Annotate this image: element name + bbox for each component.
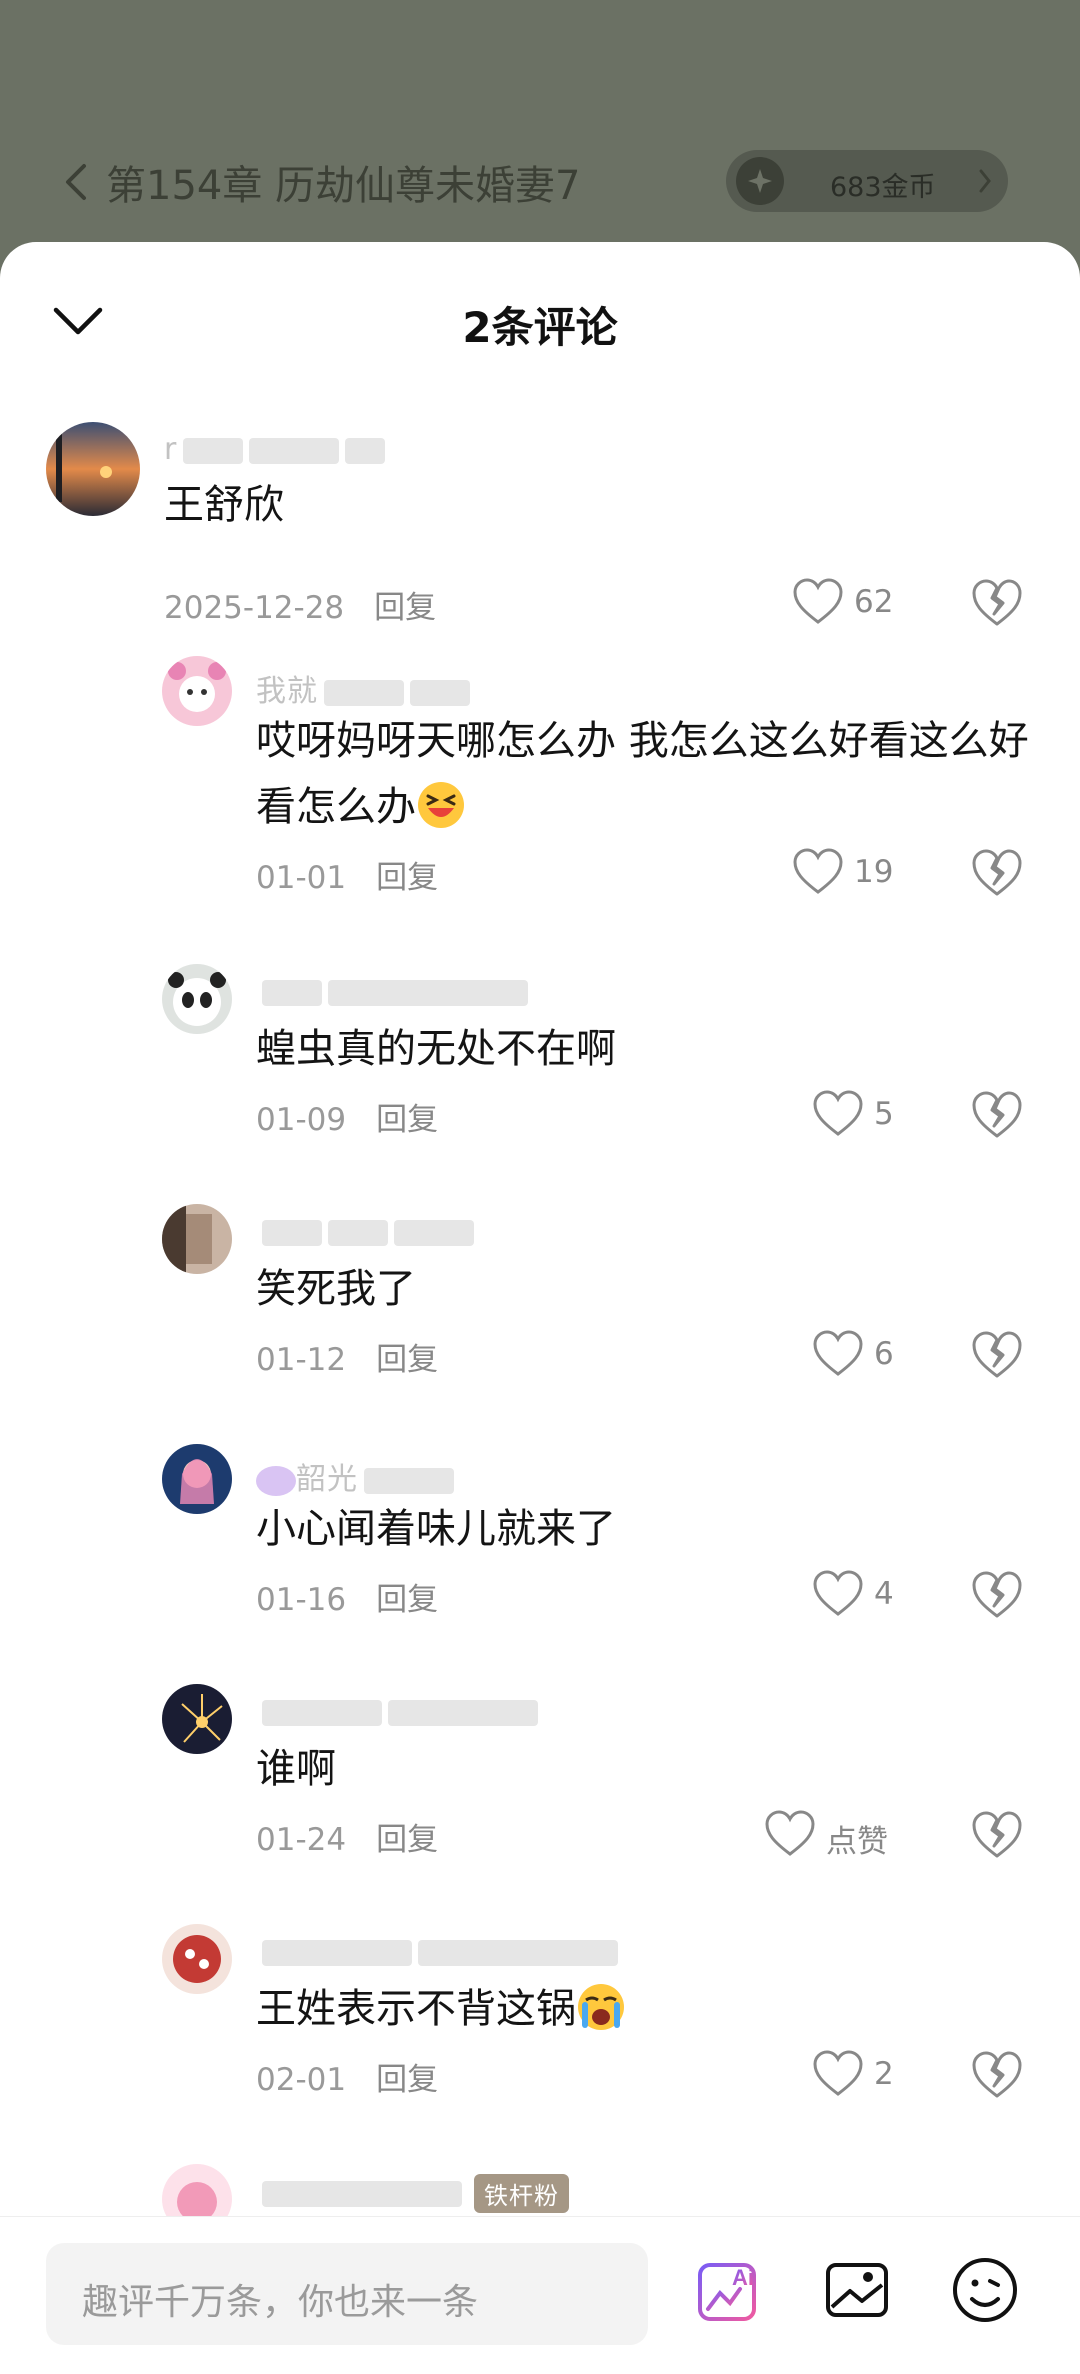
comment-date: 01-24: [256, 1822, 347, 1858]
username[interactable]: 我就: [256, 666, 470, 710]
username[interactable]: [256, 974, 528, 1009]
reply-button[interactable]: 回复: [376, 1582, 438, 1618]
reply-button[interactable]: 回复: [376, 860, 438, 896]
chapter-title[interactable]: 第154章 历劫仙尊未婚妻7: [106, 153, 581, 211]
like-count: 4: [874, 1576, 894, 1612]
like-count: 点赞: [826, 1824, 888, 1860]
username[interactable]: 铁杆粉: [256, 2174, 569, 2213]
comment-meta: 01-09 回复: [256, 1094, 438, 1139]
chevron-right-icon: [979, 169, 991, 193]
comment-date: 2025-12-28: [164, 590, 345, 626]
crying-face-icon: [578, 1984, 624, 2030]
back-chevron-icon[interactable]: [58, 160, 94, 204]
username[interactable]: [256, 1694, 538, 1729]
comment-date: 01-01: [256, 860, 347, 896]
reply-button[interactable]: 回复: [376, 1102, 438, 1138]
comment-date: 01-16: [256, 1582, 347, 1618]
username[interactable]: 韶光: [256, 1454, 454, 1498]
avatar[interactable]: [162, 656, 232, 726]
username[interactable]: r: [164, 432, 386, 467]
like-count: 6: [874, 1336, 894, 1372]
like-count: 2: [874, 2056, 894, 2092]
like-button[interactable]: 4: [812, 1570, 932, 1620]
comment-date: 02-01: [256, 2062, 347, 2098]
reader-header: 第154章 历劫仙尊未婚妻7 683金币: [0, 0, 1080, 242]
broken-heart-icon[interactable]: [970, 1570, 1024, 1620]
reply-button[interactable]: 回复: [376, 2062, 438, 2098]
coin-balance-button[interactable]: 683金币: [726, 150, 1008, 212]
like-button[interactable]: 5: [812, 1090, 932, 1140]
comment-text: 哎呀妈呀天哪怎么办 我怎么这么好看这么好看怎么办: [256, 718, 1029, 830]
heart-icon: [793, 578, 843, 624]
heart-icon: [765, 1810, 815, 1856]
broken-heart-icon[interactable]: [970, 1810, 1024, 1860]
comment-text: 笑死我了: [256, 1266, 416, 1312]
reply-button[interactable]: 回复: [376, 1822, 438, 1858]
comment-input[interactable]: 趣评千万条，你也来一条: [46, 2243, 648, 2345]
reply-button[interactable]: 回复: [374, 590, 436, 626]
sheet-title: 2条评论: [462, 303, 618, 352]
broken-heart-icon[interactable]: [970, 578, 1024, 628]
comment-meta: 01-24 回复: [256, 1814, 438, 1859]
reply-button[interactable]: 回复: [376, 1342, 438, 1378]
broken-heart-icon[interactable]: [970, 1330, 1024, 1380]
comment-meta: 01-12 回复: [256, 1334, 438, 1379]
like-count: 62: [854, 584, 894, 620]
heart-icon: [813, 1330, 863, 1376]
svg-text:Ai: Ai: [732, 2265, 754, 2290]
broken-heart-icon[interactable]: [970, 2050, 1024, 2100]
avatar[interactable]: [162, 1684, 232, 1754]
comment-meta: 01-01 回复: [256, 852, 438, 897]
like-button[interactable]: 6: [812, 1330, 932, 1380]
emoji-icon[interactable]: [950, 2255, 1020, 2325]
username[interactable]: [256, 1934, 618, 1969]
broken-heart-icon[interactable]: [970, 1090, 1024, 1140]
like-button[interactable]: 2: [812, 2050, 932, 2100]
avatar[interactable]: [162, 1444, 232, 1514]
comments-sheet: 2条评论 r 王舒欣 2025-12-28 回复 62 我就 哎呀妈呀天哪怎么办…: [0, 242, 1080, 2373]
comment-date: 01-09: [256, 1102, 347, 1138]
comment-text: 蝗虫真的无处不在啊: [256, 1026, 616, 1072]
username[interactable]: [256, 1214, 474, 1249]
coin-icon: [736, 157, 784, 205]
fan-badge: 铁杆粉: [474, 2174, 569, 2213]
like-button[interactable]: 点赞: [764, 1810, 934, 1860]
heart-icon: [813, 1090, 863, 1136]
image-icon[interactable]: [822, 2255, 892, 2325]
avatar[interactable]: [162, 1204, 232, 1274]
comment-input-placeholder: 趣评千万条，你也来一条: [82, 2282, 479, 2323]
comment-text: 谁啊: [256, 1746, 336, 1792]
broken-heart-icon[interactable]: [970, 848, 1024, 898]
coin-balance: 683金币: [830, 172, 936, 203]
comment-text: 王姓表示不背这锅: [256, 1976, 626, 2042]
heart-icon: [793, 848, 843, 894]
ai-icon[interactable]: Ai: [694, 2255, 764, 2325]
comment-date: 01-12: [256, 1342, 347, 1378]
laughing-face-icon: [418, 782, 464, 828]
like-count: 5: [874, 1096, 894, 1132]
comment-text: 小心闻着味儿就来了: [256, 1506, 616, 1552]
comment-input-bar: 趣评千万条，你也来一条 Ai: [0, 2216, 1080, 2374]
avatar[interactable]: [46, 422, 140, 516]
like-count: 19: [854, 854, 894, 890]
like-button[interactable]: 19: [792, 848, 932, 898]
comment-meta: 01-16 回复: [256, 1574, 438, 1619]
heart-icon: [813, 1570, 863, 1616]
avatar[interactable]: [162, 1924, 232, 1994]
avatar[interactable]: [162, 964, 232, 1034]
like-button[interactable]: 62: [792, 578, 932, 628]
comment-meta: 02-01 回复: [256, 2054, 438, 2099]
comment-text: 王舒欣: [164, 482, 284, 528]
heart-icon: [813, 2050, 863, 2096]
comment-meta: 2025-12-28 回复: [164, 582, 436, 627]
